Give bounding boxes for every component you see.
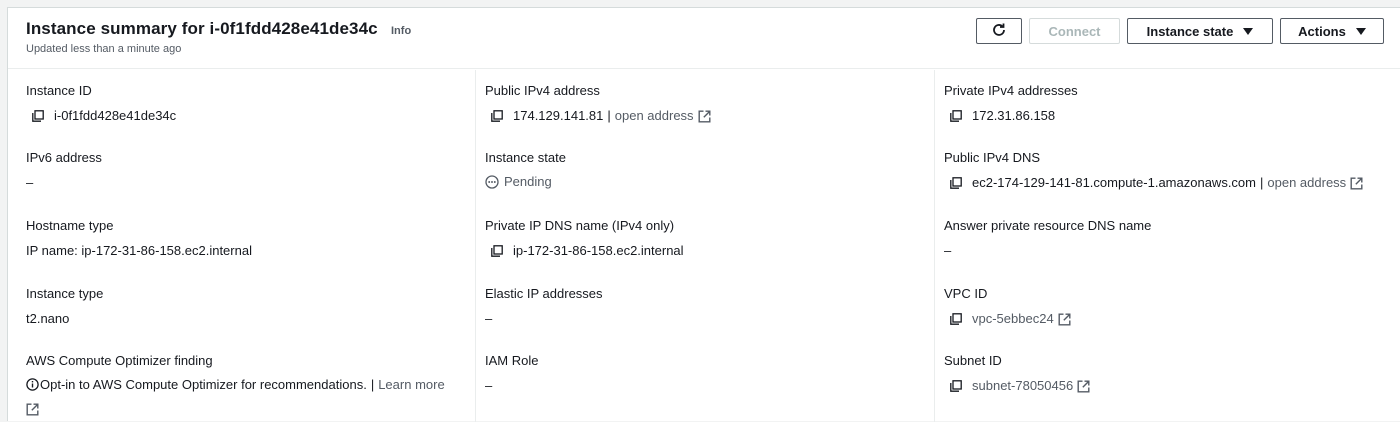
field-private-ipv4: Private IPv4 addresses 172.31.86.158: [944, 83, 1078, 123]
info-link[interactable]: Info: [391, 25, 411, 37]
ipv6-value: –: [26, 175, 34, 190]
field-label: Public IPv4 DNS: [944, 150, 1041, 165]
updated-status: Updated less than a minute ago: [26, 43, 182, 55]
field-label: VPC ID: [944, 286, 988, 301]
external-link-icon[interactable]: [26, 403, 39, 419]
actions-dropdown[interactable]: Actions: [1280, 18, 1384, 44]
instance-state-text: Pending: [504, 174, 552, 189]
field-elastic-ip: Elastic IP addresses –: [485, 286, 603, 326]
field-public-ipv4: Public IPv4 address 174.129.141.81 | ope…: [485, 83, 711, 123]
separator: |: [607, 108, 611, 123]
field-hostname-type: Hostname type IP name: ip-172-31-86-158.…: [26, 218, 252, 258]
column-divider: [934, 70, 935, 422]
field-value: 172.31.86.158: [950, 108, 1055, 123]
field-label: Public IPv4 address: [485, 83, 600, 98]
field-vpc-id: VPC ID vpc-5ebbec24: [944, 286, 1071, 326]
field-label: Instance state: [485, 150, 566, 165]
copy-icon[interactable]: [950, 379, 962, 392]
subnet-id-link[interactable]: subnet-78050456: [972, 378, 1073, 393]
open-address-link[interactable]: open address: [615, 108, 694, 123]
field-optimizer: AWS Compute Optimizer finding Opt-in to …: [26, 353, 445, 416]
field-label: IAM Role: [485, 353, 539, 368]
panel-header: Instance summary for i-0f1fdd428e41de34c…: [8, 8, 1400, 69]
field-instance-id: Instance ID i-0f1fdd428e41de34c: [26, 83, 176, 123]
separator: |: [1260, 175, 1264, 190]
copy-icon[interactable]: [491, 109, 503, 122]
page-title: Instance summary for i-0f1fdd428e41de34c: [26, 19, 378, 38]
pending-icon: [485, 174, 499, 189]
field-label: Private IPv4 addresses: [944, 83, 1078, 98]
field-value: ec2-174-129-141-81.compute-1.amazonaws.c…: [950, 175, 1363, 190]
field-subnet-id: Subnet ID subnet-78050456: [944, 353, 1090, 393]
field-iam-role: IAM Role –: [485, 353, 539, 393]
hostname-type-value: IP name: ip-172-31-86-158.ec2.internal: [26, 243, 252, 258]
instance-summary-panel: Instance summary for i-0f1fdd428e41de34c…: [7, 7, 1400, 422]
instance-type-value: t2.nano: [26, 311, 70, 326]
field-value: vpc-5ebbec24: [950, 311, 1071, 326]
refresh-icon: [991, 22, 1007, 41]
copy-icon[interactable]: [950, 312, 962, 325]
field-instance-type: Instance type t2.nano: [26, 286, 104, 326]
column-divider: [475, 70, 476, 422]
field-ipv6: IPv6 address –: [26, 150, 102, 190]
caret-down-icon: [1355, 27, 1366, 35]
caret-down-icon: [1243, 27, 1254, 35]
answer-dns-value: –: [944, 243, 952, 258]
private-dns-value: ip-172-31-86-158.ec2.internal: [513, 243, 684, 258]
open-address-link[interactable]: open address: [1267, 175, 1346, 190]
field-instance-state: Instance state Pending: [485, 150, 566, 189]
instance-state-value: Pending: [485, 174, 552, 189]
copy-icon[interactable]: [950, 176, 962, 189]
public-ipv4-value: 174.129.141.81: [513, 108, 604, 123]
field-label: Answer private resource DNS name: [944, 218, 1152, 233]
external-link-icon[interactable]: [698, 110, 711, 122]
refresh-button[interactable]: [976, 18, 1022, 44]
field-value: i-0f1fdd428e41de34c: [32, 108, 176, 123]
connect-button[interactable]: Connect: [1029, 18, 1120, 44]
field-label: AWS Compute Optimizer finding: [26, 353, 213, 368]
field-label: Subnet ID: [944, 353, 1002, 368]
copy-icon[interactable]: [32, 109, 44, 122]
field-label: Elastic IP addresses: [485, 286, 603, 301]
field-answer-dns: Answer private resource DNS name –: [944, 218, 1152, 258]
copy-icon[interactable]: [491, 244, 503, 257]
actions-label: Actions: [1298, 23, 1346, 39]
learn-more-link[interactable]: Learn more: [378, 377, 444, 392]
field-label: Private IP DNS name (IPv4 only): [485, 218, 675, 233]
private-ipv4-value: 172.31.86.158: [972, 108, 1056, 123]
vpc-id-link[interactable]: vpc-5ebbec24: [972, 311, 1054, 326]
optimizer-text: Opt-in to AWS Compute Optimizer for reco…: [40, 377, 367, 392]
external-link-icon[interactable]: [1077, 380, 1090, 392]
instance-state-dropdown[interactable]: Instance state: [1127, 18, 1273, 44]
external-link-icon[interactable]: [1058, 313, 1071, 325]
info-circle-icon: [26, 378, 39, 391]
public-dns-value: ec2-174-129-141-81.compute-1.amazonaws.c…: [972, 175, 1256, 190]
elastic-ip-value: –: [485, 311, 493, 326]
instance-state-label: Instance state: [1146, 23, 1234, 39]
field-value: subnet-78050456: [950, 378, 1090, 393]
field-value: 174.129.141.81 | open address: [491, 108, 711, 123]
separator: |: [370, 377, 375, 392]
optimizer-value: Opt-in to AWS Compute Optimizer for reco…: [26, 377, 445, 392]
copy-icon[interactable]: [950, 109, 962, 122]
field-value: ip-172-31-86-158.ec2.internal: [491, 243, 684, 258]
field-public-dns: Public IPv4 DNS ec2-174-129-141-81.compu…: [944, 150, 1363, 190]
instance-id-value: i-0f1fdd428e41de34c: [54, 108, 177, 123]
field-label: Instance ID: [26, 83, 92, 98]
iam-role-value: –: [485, 378, 493, 393]
field-private-dns: Private IP DNS name (IPv4 only) ip-172-3…: [485, 218, 684, 258]
field-label: Hostname type: [26, 218, 114, 233]
field-label: IPv6 address: [26, 150, 102, 165]
field-label: Instance type: [26, 286, 104, 301]
external-link-icon[interactable]: [1350, 177, 1363, 189]
